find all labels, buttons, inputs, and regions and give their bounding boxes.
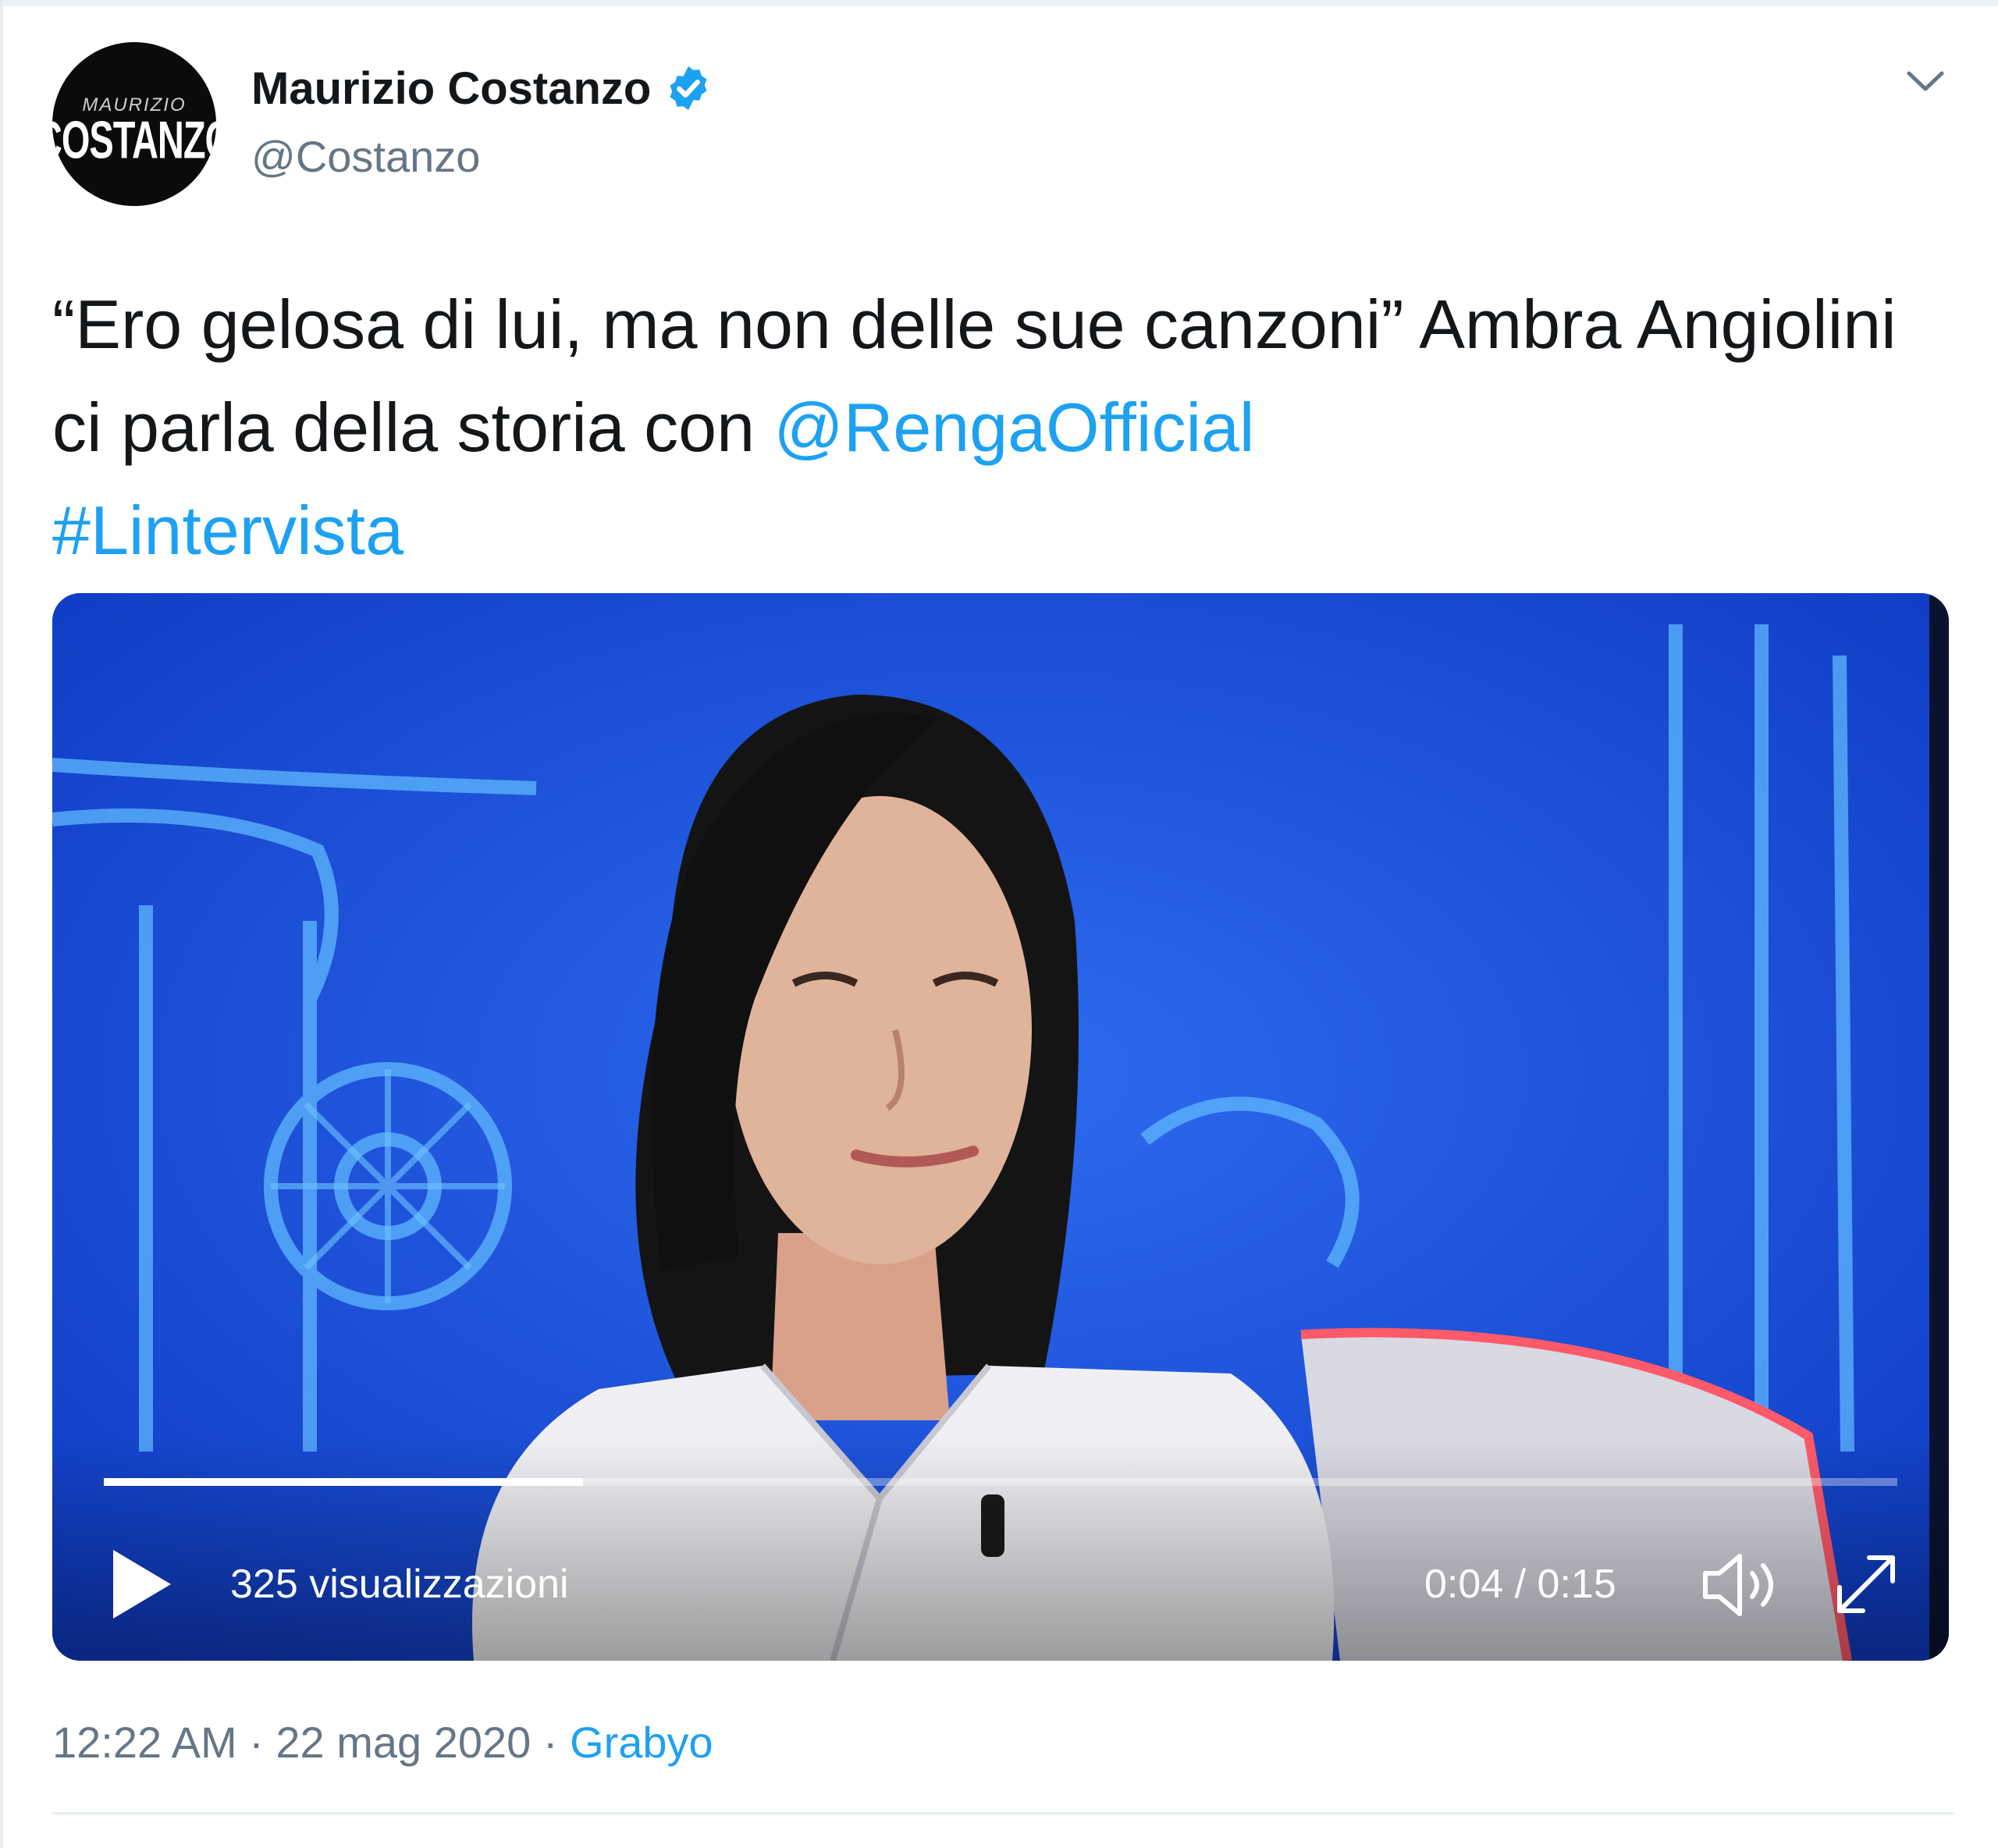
left-divider <box>0 0 3 1848</box>
top-divider <box>0 0 1998 6</box>
meta-separator: · <box>236 1718 276 1767</box>
avatar[interactable]: MAURIZIO COSTANZO <box>52 42 216 206</box>
tweet-date[interactable]: 22 mag 2020 <box>276 1718 531 1767</box>
video-time: 0:04 / 0:15 <box>1424 1562 1616 1607</box>
video-frame <box>52 593 1949 1661</box>
video-player[interactable]: 325 visualizzazioni 0:04 / 0:15 <box>52 593 1949 1661</box>
mention-link[interactable]: @RengaOfficial <box>773 389 1254 466</box>
avatar-logo-big: COSTANZO <box>52 108 216 169</box>
tweet-source-link[interactable]: Grabyo <box>570 1718 713 1767</box>
bottom-divider <box>52 1812 1954 1814</box>
video-progress-track[interactable] <box>104 1478 1897 1486</box>
hashtag-link[interactable]: #Lintervista <box>52 492 404 569</box>
play-icon[interactable] <box>107 1545 177 1623</box>
chevron-down-icon[interactable] <box>1898 53 1953 108</box>
volume-icon[interactable] <box>1699 1550 1785 1620</box>
fullscreen-icon[interactable] <box>1829 1547 1904 1622</box>
tweet-meta: 12:22 AM · 22 mag 2020 · Grabyo <box>52 1717 713 1768</box>
verified-badge-icon <box>670 66 707 110</box>
author-name-row[interactable]: Maurizio Costanzo <box>251 61 713 116</box>
author-handle[interactable]: @Costanzo <box>251 131 480 182</box>
view-count: 325 visualizzazioni <box>230 1562 569 1607</box>
tweet-text: “Ero gelosa di lui, ma non delle sue can… <box>52 273 1941 582</box>
author-display-name[interactable]: Maurizio Costanzo <box>251 62 651 115</box>
tweet-time[interactable]: 12:22 AM <box>52 1718 237 1767</box>
video-progress-fill <box>104 1478 583 1486</box>
meta-separator: · <box>531 1718 571 1767</box>
